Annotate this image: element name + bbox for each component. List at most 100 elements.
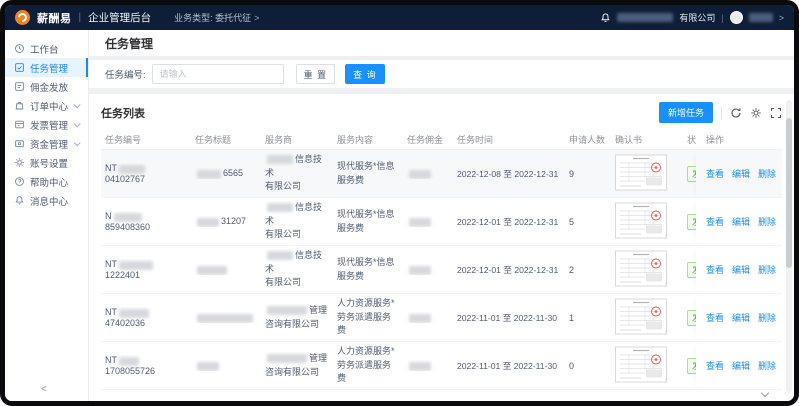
col-header-task-no: 任务编号: [101, 133, 191, 146]
action-view[interactable]: 查看: [706, 263, 724, 276]
action-delete[interactable]: 删除: [758, 263, 776, 276]
col-header-applicants: 申请人数: [565, 133, 611, 146]
sidebar-item-account-settings[interactable]: 账号设置: [5, 153, 88, 172]
task-number-input[interactable]: [152, 64, 284, 84]
sidebar-item-workbench[interactable]: 工作台: [5, 39, 88, 58]
fullscreen-icon[interactable]: [770, 107, 782, 119]
provider-cell: 管理咨询有限公司: [261, 352, 333, 379]
brand-divider: |: [79, 12, 82, 23]
sidebar-item-label: 资金管理: [30, 137, 68, 151]
scrollbar-thumb[interactable]: [786, 118, 792, 268]
sidebar-item-invoice-management[interactable]: 发票管理: [5, 115, 88, 134]
service-content-cell: 人力资源服务*劳务派遣服务费: [333, 297, 403, 338]
action-edit[interactable]: 编辑: [732, 263, 750, 276]
action-edit[interactable]: 编辑: [732, 167, 750, 180]
chevron-down-icon: [74, 120, 81, 127]
topbar-right: 有限公司 | >: [600, 11, 784, 24]
applicant-count-cell: 0: [565, 361, 611, 371]
chevron-right-icon[interactable]: >: [779, 13, 784, 23]
action-delete[interactable]: 删除: [758, 215, 776, 228]
task-number-cell: NT1708055726: [101, 355, 191, 375]
settings-gear-icon[interactable]: [750, 107, 762, 119]
user-name-masked: [749, 13, 773, 22]
add-task-button[interactable]: 新增任务: [659, 102, 713, 123]
action-edit[interactable]: 编辑: [732, 215, 750, 228]
bell-icon[interactable]: [600, 12, 611, 23]
order-icon: [14, 100, 25, 111]
sidebar-item-label: 帮助中心: [30, 175, 68, 189]
task-icon: [14, 62, 25, 73]
sidebar: 工作台任务管理佣金发放订单中心发票管理资金管理账号设置帮助中心消息中心 <: [5, 30, 89, 401]
topbar: 薪酬易 | 企业管理后台 业务类型: 委托代征 > 有限公司 | >: [5, 5, 794, 30]
sidebar-item-order-center[interactable]: 订单中心: [5, 96, 88, 115]
refresh-icon[interactable]: [730, 107, 742, 119]
settings-icon: [14, 157, 25, 168]
action-edit[interactable]: 编辑: [732, 311, 750, 324]
workbench-icon: [14, 43, 25, 54]
confirmation-cell: [611, 154, 683, 193]
sidebar-item-task-management[interactable]: 任务管理: [5, 58, 88, 77]
confirmation-doc-thumbnail[interactable]: [615, 202, 667, 239]
app-window: 薪酬易 | 企业管理后台 业务类型: 委托代征 > 有限公司 | > 工作台任务…: [5, 5, 794, 401]
chevron-right-icon: >: [254, 13, 259, 23]
col-header-service: 服务内容: [333, 133, 403, 146]
reset-button[interactable]: 重 置: [296, 64, 336, 84]
action-view[interactable]: 查看: [706, 311, 724, 324]
task-number-cell: NT47402036: [101, 307, 191, 327]
action-delete[interactable]: 删除: [758, 311, 776, 324]
sidebar-item-label: 订单中心: [30, 99, 68, 113]
table-row: NT04102767 6565 信息技术有限公司 现代服务*信息服务费 2022…: [101, 150, 782, 198]
task-title-cell: 31207: [191, 216, 261, 226]
task-title-cell: [191, 360, 261, 370]
sidebar-collapse-toggle[interactable]: <: [41, 384, 47, 395]
sidebar-item-label: 佣金发放: [30, 80, 68, 94]
table-row: NT1222401 信息技术有限公司 现代服务*信息服务费 2022-12-01…: [101, 246, 782, 294]
confirmation-doc-thumbnail[interactable]: [615, 298, 667, 335]
sidebar-item-message-center[interactable]: 消息中心: [5, 191, 88, 210]
commission-cell: [403, 168, 453, 178]
confirmation-cell: [611, 250, 683, 289]
sidebar-item-label: 工作台: [30, 42, 59, 56]
window-frame: 薪酬易 | 企业管理后台 业务类型: 委托代征 > 有限公司 | > 工作台任务…: [0, 0, 799, 406]
sidebar-item-label: 任务管理: [30, 61, 68, 75]
confirmation-cell: [611, 202, 683, 241]
page-title: 任务管理: [105, 35, 153, 52]
task-time-cell: 2022-12-01 至 2022-12-31: [453, 216, 565, 228]
col-header-actions: 操作: [696, 130, 782, 149]
toolbar-divider: [721, 107, 722, 119]
user-avatar[interactable]: [730, 11, 743, 24]
business-type-selector[interactable]: 业务类型: 委托代征 >: [174, 11, 259, 24]
sidebar-item-label: 账号设置: [30, 156, 68, 170]
vertical-scrollbar: [786, 100, 792, 393]
applicant-count-cell: 2: [565, 265, 611, 275]
search-button[interactable]: 查 询: [345, 64, 385, 84]
search-bar: 任务编号: 重 置 查 询: [89, 60, 794, 88]
task-title-cell: 6565: [191, 168, 261, 178]
app-title: 企业管理后台: [88, 10, 151, 25]
brand-name: 薪酬易: [37, 10, 72, 26]
action-view[interactable]: 查看: [706, 215, 724, 228]
sidebar-item-commission-payout[interactable]: 佣金发放: [5, 77, 88, 96]
list-header: 任务列表 新增任务: [101, 94, 782, 130]
help-icon: [14, 176, 25, 187]
task-time-cell: 2022-12-08 至 2022-12-31: [453, 168, 565, 180]
action-edit[interactable]: 编辑: [732, 359, 750, 372]
action-delete[interactable]: 删除: [758, 359, 776, 372]
list-title: 任务列表: [101, 105, 145, 121]
confirmation-doc-thumbnail[interactable]: [615, 346, 667, 383]
action-view[interactable]: 查看: [706, 359, 724, 372]
action-delete[interactable]: 删除: [758, 167, 776, 180]
table-body: NT04102767 6565 信息技术有限公司 现代服务*信息服务费 2022…: [101, 150, 782, 390]
sidebar-item-label: 发票管理: [30, 118, 68, 132]
service-content-cell: 现代服务*信息服务费: [333, 208, 403, 235]
page-title-bar: 任务管理: [89, 30, 794, 56]
applicant-count-cell: 1: [565, 313, 611, 323]
confirmation-doc-thumbnail[interactable]: [615, 250, 667, 287]
action-view[interactable]: 查看: [706, 167, 724, 180]
company-name-masked: [617, 13, 673, 22]
confirmation-doc-thumbnail[interactable]: [615, 154, 667, 191]
col-header-confirmation: 确认书: [611, 133, 683, 146]
sidebar-item-help-center[interactable]: 帮助中心: [5, 172, 88, 191]
sidebar-item-funds-management[interactable]: 资金管理: [5, 134, 88, 153]
service-content-cell: 人力资源服务*劳务派遣服务费: [333, 345, 403, 386]
